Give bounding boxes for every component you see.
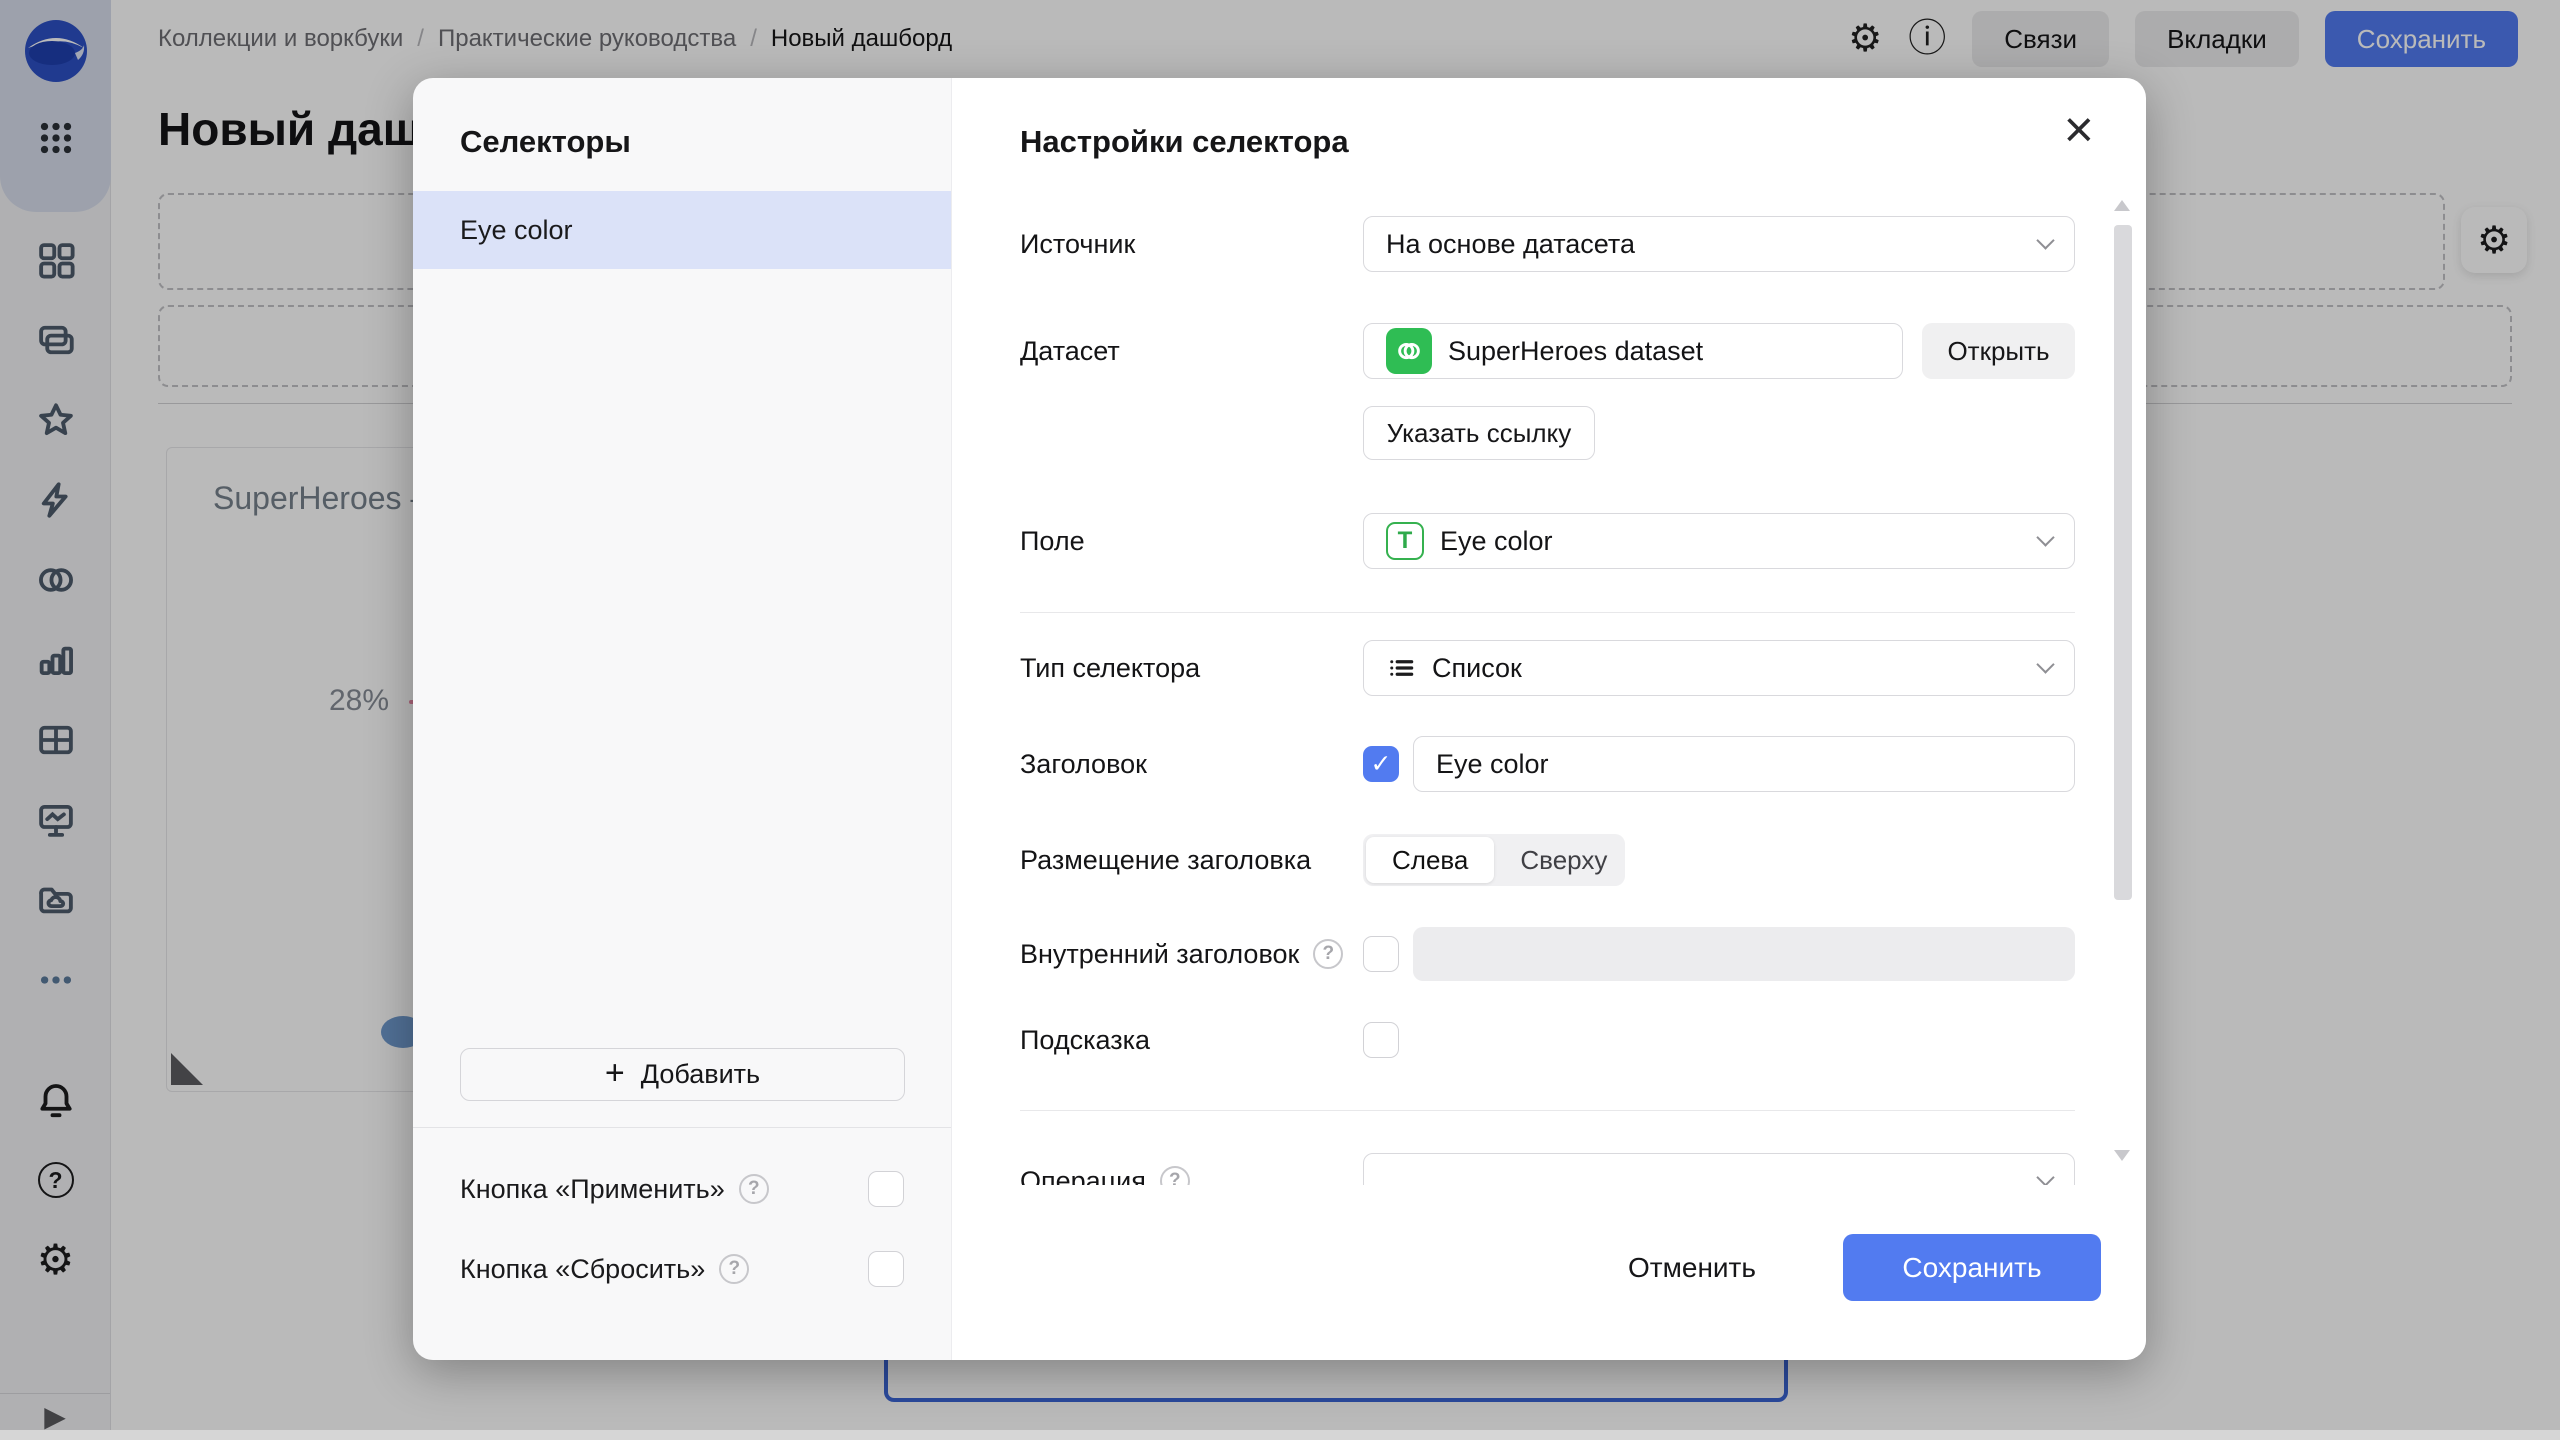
source-label: Источник: [1020, 228, 1136, 259]
settings-panel-title: Настройки селектора: [1020, 124, 1349, 159]
form-divider: [1020, 612, 2075, 613]
scrollbar-thumb[interactable]: [2114, 225, 2132, 900]
source-row: Источник На основе датасета: [1020, 216, 2075, 272]
inner-title-checkbox[interactable]: [1363, 936, 1399, 972]
close-icon[interactable]: ×: [2064, 104, 2094, 156]
specify-link-button[interactable]: Указать ссылку: [1363, 406, 1595, 460]
dataset-icon: [1386, 328, 1432, 374]
selector-type-select[interactable]: Список: [1363, 640, 2075, 696]
inner-title-label: Внутренний заголовок ?: [1020, 939, 1363, 970]
title-placement-segmented: Слева Сверху: [1363, 834, 1625, 886]
check-icon: ✓: [1370, 750, 1392, 778]
help-icon[interactable]: ?: [738, 1174, 769, 1204]
placement-option-left[interactable]: Слева: [1366, 837, 1495, 883]
selectors-panel: Селекторы Eye color + Добавить Кнопка «П…: [413, 78, 952, 1360]
reset-button-label: Кнопка «Сбросить»: [460, 1253, 706, 1284]
hint-row: Подсказка: [1020, 1022, 2075, 1058]
apply-button-row: Кнопка «Применить» ?: [460, 1169, 904, 1209]
add-selector-button[interactable]: + Добавить: [460, 1048, 905, 1101]
chevron-down-icon: [2036, 1168, 2055, 1185]
reset-button-checkbox[interactable]: [868, 1251, 904, 1287]
inner-title-text: Внутренний заголовок: [1020, 938, 1300, 969]
help-icon[interactable]: ?: [1159, 1166, 1190, 1185]
operation-label: Операция ?: [1020, 1165, 1363, 1186]
title-placement-row: Размещение заголовка Слева Сверху: [1020, 834, 2075, 886]
title-label: Заголовок: [1020, 748, 1147, 779]
inner-title-row: Внутренний заголовок ?: [1020, 927, 2075, 981]
scrollbar-down-arrow[interactable]: [2114, 1150, 2130, 1161]
dataset-row: Датасет SuperHeroes dataset Открыть: [1020, 323, 2075, 379]
plus-icon: +: [604, 1053, 625, 1092]
apply-button-checkbox[interactable]: [868, 1171, 904, 1207]
selector-settings-dialog: Селекторы Eye color + Добавить Кнопка «П…: [413, 78, 2146, 1360]
source-value: На основе датасета: [1386, 228, 1635, 259]
chevron-down-icon: [2036, 231, 2055, 250]
apply-button-label: Кнопка «Применить»: [460, 1173, 725, 1204]
selector-type-value: Список: [1432, 652, 1522, 683]
help-icon[interactable]: ?: [719, 1254, 750, 1284]
inner-title-input-disabled: [1413, 927, 2075, 981]
title-placement-label: Размещение заголовка: [1020, 844, 1312, 875]
hint-checkbox[interactable]: [1363, 1022, 1399, 1058]
cancel-button[interactable]: Отменить: [1612, 1234, 1772, 1301]
settings-panel: Настройки селектора × Источник На основе…: [952, 78, 2146, 1360]
save-button[interactable]: Сохранить: [1843, 1234, 2101, 1301]
field-select[interactable]: T Eye color: [1363, 513, 2075, 569]
string-field-icon: T: [1386, 522, 1424, 560]
form-divider: [1020, 1110, 2075, 1111]
dataset-label: Датасет: [1020, 335, 1120, 366]
title-checkbox[interactable]: ✓: [1363, 746, 1399, 782]
title-row: Заголовок ✓: [1020, 736, 2075, 792]
field-value: Eye color: [1440, 525, 1553, 556]
dataset-select[interactable]: SuperHeroes dataset: [1363, 323, 1903, 379]
dataset-value: SuperHeroes dataset: [1448, 335, 1704, 366]
chevron-down-icon: [2036, 528, 2055, 547]
dialog-footer: Отменить Сохранить: [952, 1185, 2146, 1360]
settings-form: Источник На основе датасета Датасет Supe…: [952, 188, 2146, 1185]
source-select[interactable]: На основе датасета: [1363, 216, 2075, 272]
selector-list-item[interactable]: Eye color: [413, 191, 951, 269]
placement-option-top[interactable]: Сверху: [1494, 837, 1633, 883]
operation-row: Операция ?: [1020, 1153, 2075, 1185]
field-row: Поле T Eye color: [1020, 513, 2075, 569]
field-label: Поле: [1020, 525, 1085, 556]
hint-label: Подсказка: [1020, 1024, 1151, 1055]
chevron-down-icon: [2036, 655, 2055, 674]
selector-type-row: Тип селектора Список: [1020, 640, 2075, 696]
operation-select[interactable]: [1363, 1153, 2075, 1185]
selector-type-label: Тип селектора: [1020, 652, 1201, 683]
reset-button-row: Кнопка «Сбросить» ?: [460, 1249, 904, 1289]
title-input[interactable]: [1413, 736, 2075, 792]
operation-text: Операция: [1020, 1165, 1146, 1186]
list-icon: [1386, 653, 1416, 683]
bottom-edge: [0, 1430, 2560, 1440]
selectors-panel-title: Селекторы: [460, 124, 631, 159]
add-selector-label: Добавить: [640, 1059, 761, 1089]
help-icon[interactable]: ?: [1313, 939, 1344, 969]
scrollbar-up-arrow[interactable]: [2114, 200, 2130, 211]
panel-divider: [413, 1127, 951, 1128]
open-dataset-button[interactable]: Открыть: [1922, 323, 2075, 379]
